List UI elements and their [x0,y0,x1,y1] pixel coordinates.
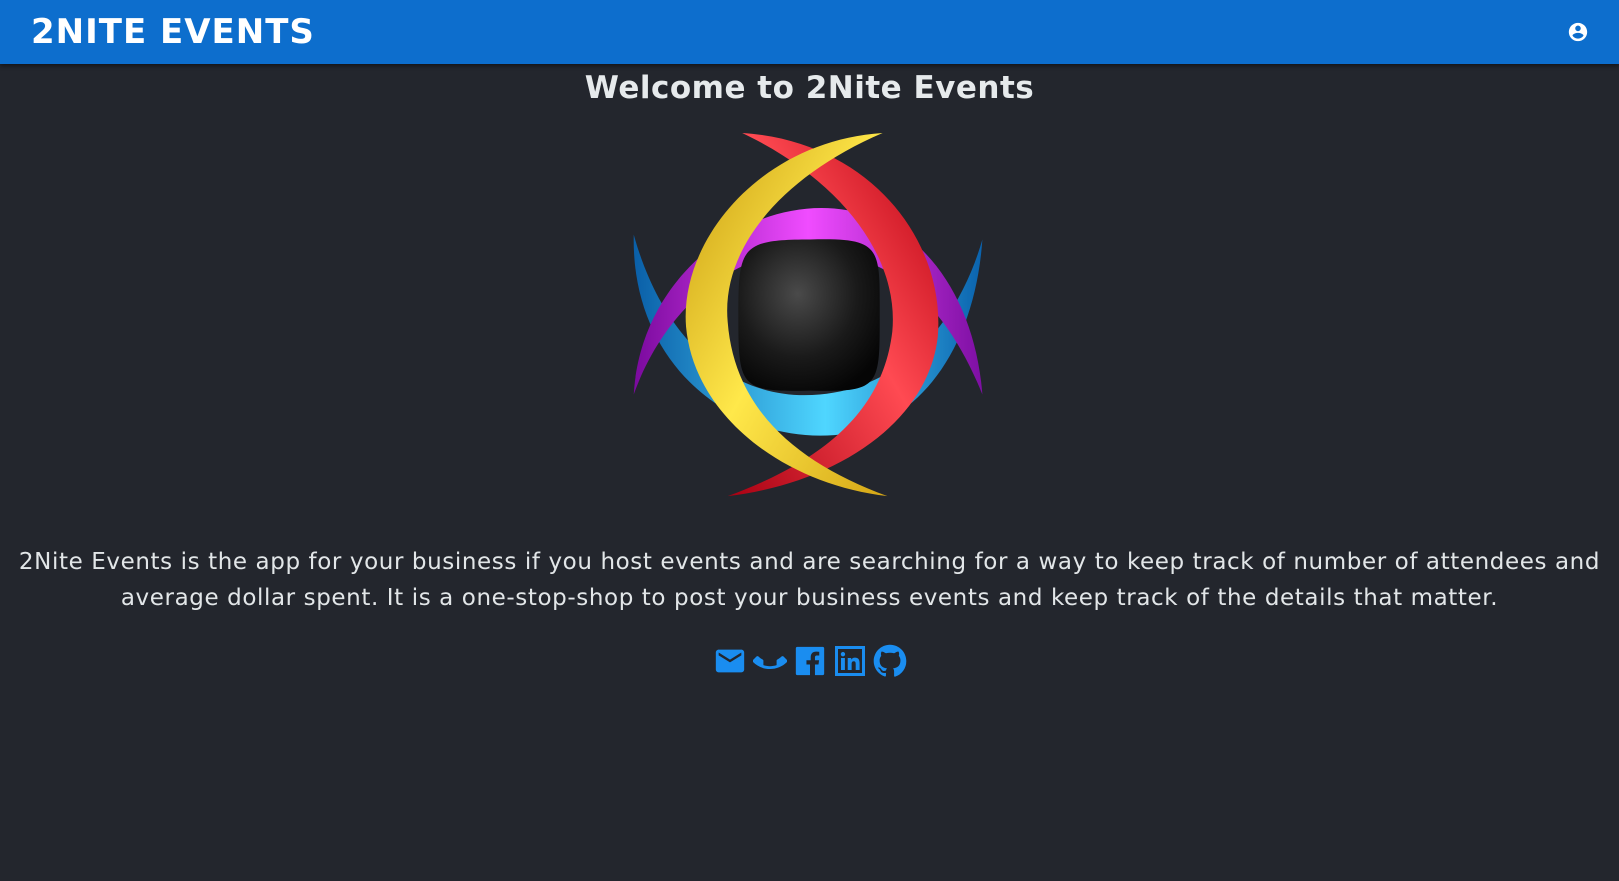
facebook-icon [795,646,824,676]
github-icon [873,644,906,677]
email-link[interactable] [712,643,748,679]
github-link[interactable] [872,643,908,679]
linkedin-icon [834,646,865,676]
app-bar: 2NITE EVENTS [0,0,1619,64]
account-circle-icon [1568,22,1588,42]
welcome-heading: Welcome to 2Nite Events [584,70,1035,106]
email-icon [715,649,744,673]
app-description: 2Nite Events is the app for your busines… [18,549,1601,611]
phone-icon [752,656,787,670]
phone-link[interactable] [752,643,788,679]
facebook-link[interactable] [792,643,828,679]
account-button[interactable] [1561,15,1595,49]
linkedin-link[interactable] [832,643,868,679]
social-links [0,643,1619,679]
app-title[interactable]: 2NITE EVENTS [31,12,315,52]
2nite-logo [633,133,983,497]
